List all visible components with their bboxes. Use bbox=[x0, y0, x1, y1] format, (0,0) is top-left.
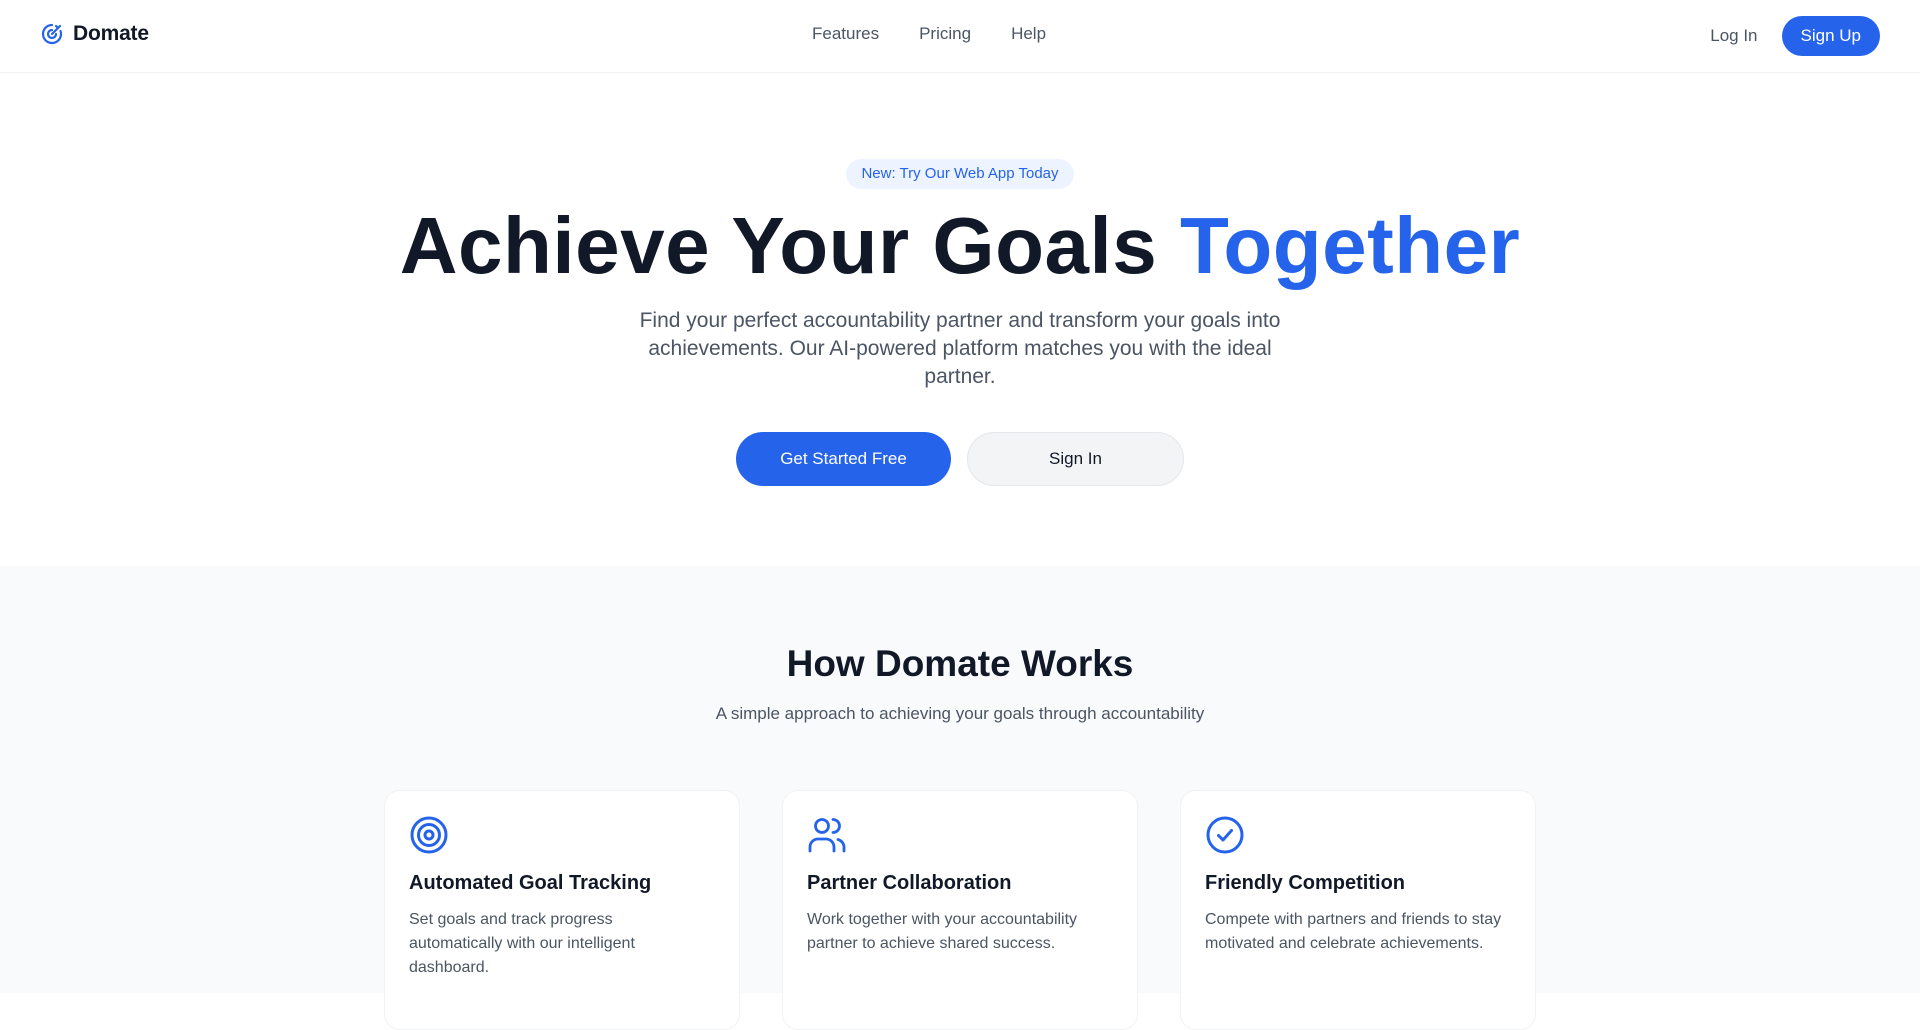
signup-button[interactable]: Sign Up bbox=[1781, 16, 1880, 56]
nav-link-pricing[interactable]: Pricing bbox=[919, 24, 971, 44]
hero-section: New: Try Our Web App Today Achieve Your … bbox=[0, 74, 1920, 566]
section-subtitle: A simple approach to achieving your goal… bbox=[715, 704, 1205, 723]
hero-actions: Get Started Free Sign In bbox=[0, 432, 1920, 486]
top-navbar: Domate Features Pricing Help Log In Sign… bbox=[0, 0, 1920, 73]
feature-card-goal-tracking: Automated Goal Tracking Set goals and tr… bbox=[384, 790, 740, 1030]
card-description: Work together with your accountability p… bbox=[807, 911, 1078, 952]
how-it-works-section: How Domate Works A simple approach to ac… bbox=[0, 566, 1920, 1030]
hero-title: Achieve Your Goals Together bbox=[0, 198, 1920, 294]
feature-card-competition: Friendly Competition Compete with partne… bbox=[1180, 790, 1536, 1030]
brand-logo[interactable]: Domate bbox=[40, 22, 149, 46]
hero-title-accent: Together bbox=[1179, 201, 1521, 290]
check-circle-icon bbox=[1206, 816, 1244, 854]
card-title: Friendly Competition bbox=[1205, 872, 1405, 894]
feature-card-collaboration: Partner Collaboration Work together with… bbox=[782, 790, 1138, 1030]
brand-target-icon bbox=[41, 23, 63, 45]
hero-subtitle: Find your perfect accountability partner… bbox=[639, 309, 1281, 388]
card-title: Automated Goal Tracking bbox=[409, 872, 652, 894]
nav-link-features[interactable]: Features bbox=[812, 24, 879, 44]
target-icon bbox=[410, 816, 448, 854]
nav-link-help[interactable]: Help bbox=[1011, 24, 1046, 44]
card-description: Set goals and track progress automatical… bbox=[409, 911, 635, 976]
users-icon bbox=[808, 818, 846, 853]
section-title: How Domate Works bbox=[786, 643, 1134, 684]
get-started-button[interactable]: Get Started Free bbox=[736, 432, 951, 486]
card-title: Partner Collaboration bbox=[807, 872, 1012, 894]
login-link[interactable]: Log In bbox=[1710, 26, 1757, 46]
brand-name: Domate bbox=[73, 22, 149, 45]
card-description: Compete with partners and friends to sta… bbox=[1205, 911, 1502, 952]
feature-cards: Automated Goal Tracking Set goals and tr… bbox=[384, 790, 1536, 1030]
sign-in-button[interactable]: Sign In bbox=[967, 432, 1184, 486]
auth-actions: Log In Sign Up bbox=[1710, 16, 1880, 56]
hero-title-main: Achieve Your Goals bbox=[399, 201, 1158, 290]
primary-nav: Features Pricing Help bbox=[812, 24, 1046, 44]
new-badge[interactable]: New: Try Our Web App Today bbox=[846, 159, 1074, 189]
